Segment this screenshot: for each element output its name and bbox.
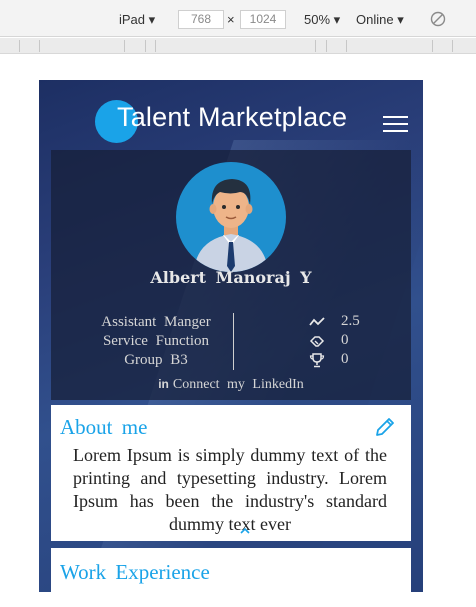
zoom-select-label: 50% [304, 12, 331, 27]
zoom-select[interactable]: 50% ▾ [304, 12, 340, 28]
role-line: Group B3 [124, 352, 188, 368]
width-input[interactable]: 768 [178, 10, 224, 29]
edit-pencil-icon[interactable] [373, 415, 397, 439]
avatar [176, 162, 286, 272]
network-select[interactable]: Online ▾ [356, 12, 404, 28]
media-query-ruler[interactable] [0, 38, 476, 54]
stat-awards: 0 [309, 351, 369, 370]
device-toolbar: iPad ▾ 768 × 1024 50% ▾ Online ▾ [0, 0, 476, 37]
stats-divider [233, 313, 234, 370]
profile-card: Albert Manoraj Y Assistant Manger Servic… [51, 150, 411, 400]
role-info: Assistant Manger Service Function Group … [73, 313, 239, 370]
trophy-icon [309, 353, 325, 368]
stat-value: 0 [341, 351, 349, 367]
linkedin-icon: in [158, 377, 169, 391]
height-input[interactable]: 1024 [240, 10, 286, 29]
profile-name: Albert Manoraj Y [150, 268, 312, 287]
network-select-label: Online [356, 12, 394, 27]
work-experience-title: Work Experience [60, 560, 210, 584]
device-select-label: iPad [119, 12, 146, 27]
stat-value: 0 [341, 332, 349, 348]
linkedin-link[interactable]: in Connect my LinkedIn [51, 377, 411, 393]
stat-value: 2.5 [341, 313, 360, 329]
menu-icon[interactable] [383, 116, 408, 133]
app-title: Talent Marketplace [117, 102, 348, 132]
work-experience-card: Work Experience [51, 548, 411, 592]
device-select[interactable]: iPad ▾ [119, 12, 155, 28]
dimension-separator: × [227, 12, 235, 27]
trend-icon [309, 317, 325, 326]
avatar-person-icon [194, 179, 268, 272]
about-title: About me [60, 415, 148, 439]
stat-rating: 2.5 [309, 313, 369, 332]
role-line: Service Function [102, 333, 210, 349]
about-card: About me Lorem Ipsum is simply dummy tex… [51, 405, 411, 541]
about-text: Lorem Ipsum is simply dummy text of the … [73, 445, 387, 534]
role-line: Assistant Manger [101, 314, 211, 330]
rotate-icon[interactable] [430, 11, 446, 27]
linkedin-label: Connect my LinkedIn [172, 377, 304, 392]
app-viewport: Talent Marketplace Albert Manoraj Y Assi… [39, 80, 423, 592]
handshake-icon [309, 336, 325, 347]
chevron-up-icon[interactable] [239, 525, 251, 537]
stat-connections: 0 [309, 332, 369, 351]
